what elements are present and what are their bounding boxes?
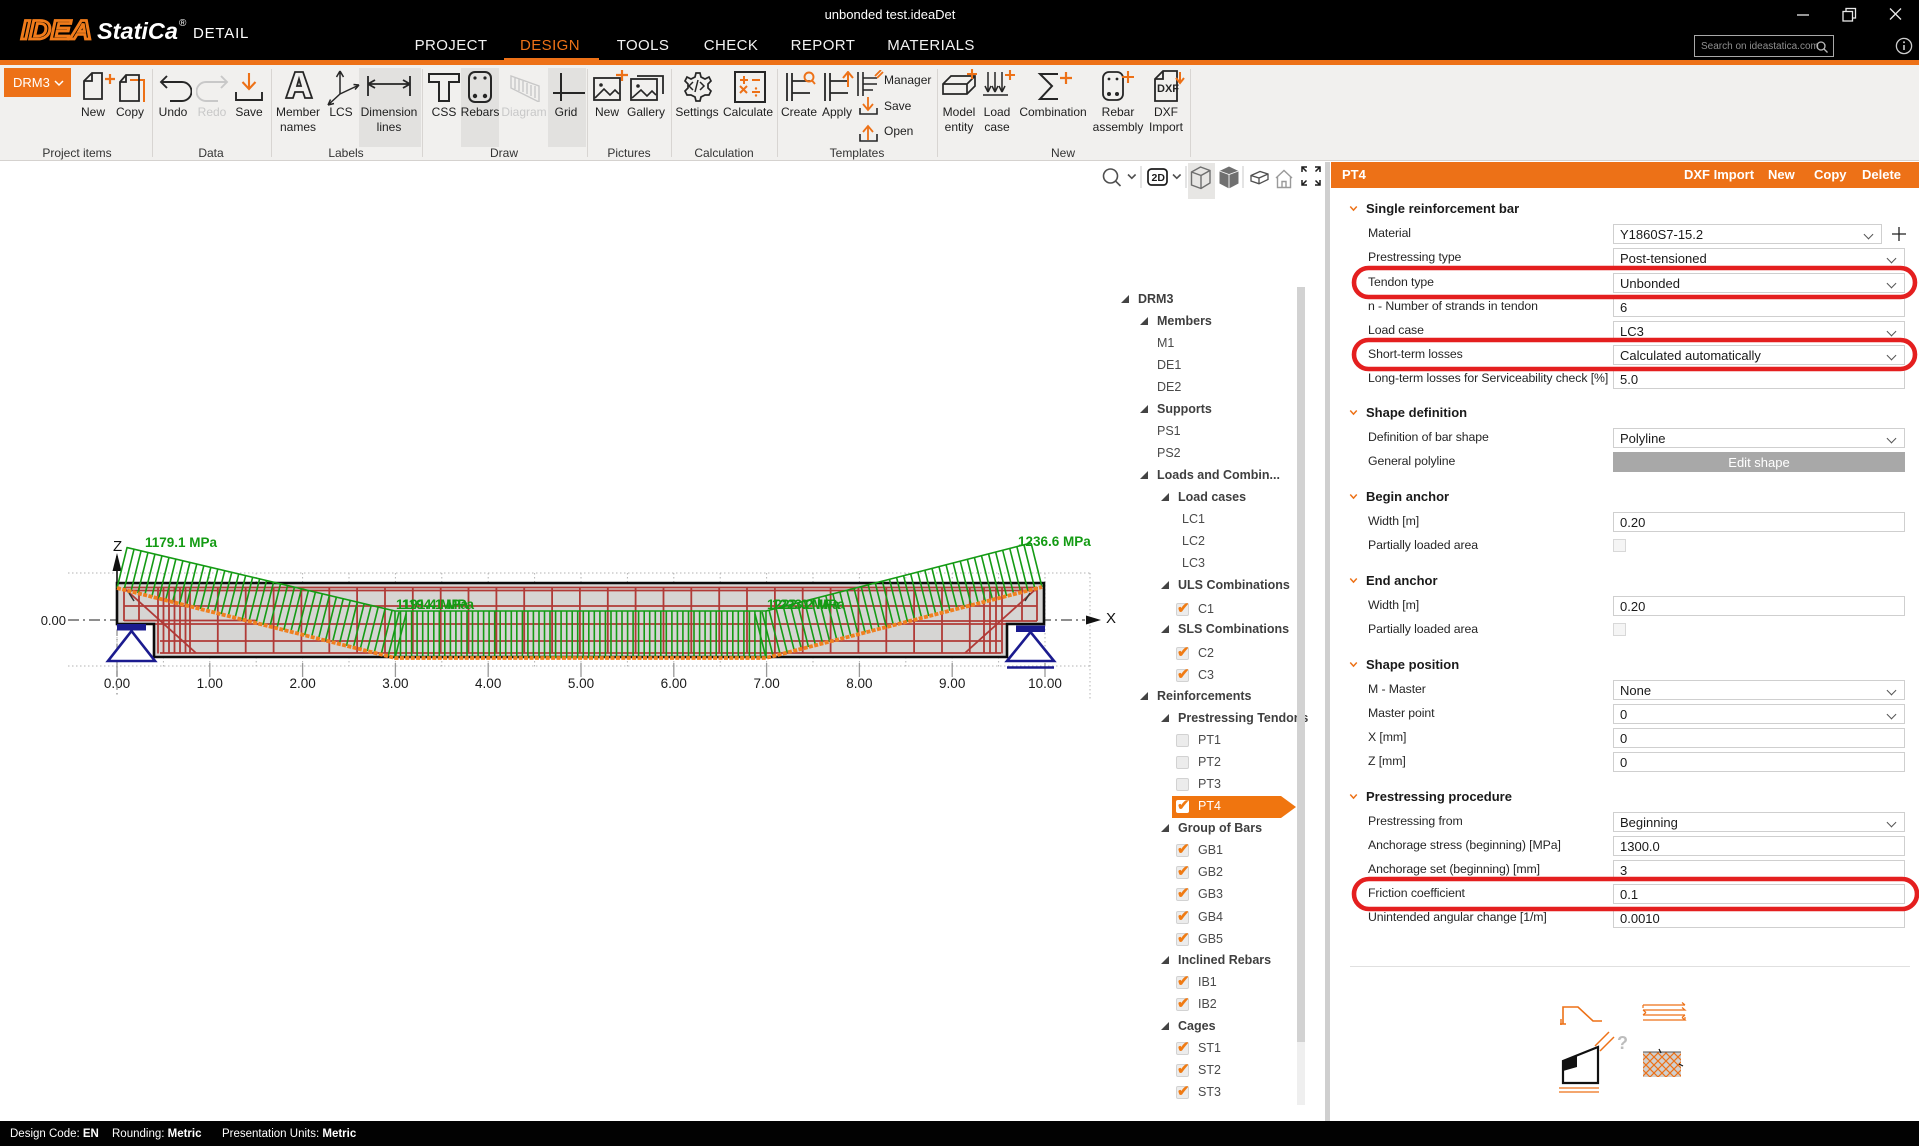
svg-text:4.00: 4.00 [475,676,501,691]
svg-text:®: ® [179,18,187,29]
svg-text:StatiCa: StatiCa [97,18,178,44]
svg-text:1236.6 MPa: 1236.6 MPa [1018,534,1091,549]
svg-text:6.00: 6.00 [661,676,687,691]
svg-text:0.00: 0.00 [41,613,66,628]
svg-text:10.00: 10.00 [1028,676,1062,691]
svg-text:2.00: 2.00 [289,676,315,691]
svg-text:DETAIL: DETAIL [193,25,249,42]
svg-text:1.00: 1.00 [197,676,223,691]
svg-text:2D: 2D [1152,172,1166,184]
svg-text:IDEA: IDEA [21,15,92,45]
svg-text:Z: Z [113,538,122,555]
svg-text:1223.2 MPa: 1223.2 MPa [772,597,845,612]
svg-text:1194.1 MPa: 1194.1 MPa [402,597,475,612]
svg-text:1179.1 MPa: 1179.1 MPa [145,535,218,550]
svg-text:7.00: 7.00 [753,676,779,691]
svg-text:5.00: 5.00 [568,676,594,691]
svg-text:3.00: 3.00 [382,676,408,691]
svg-text:8.00: 8.00 [846,676,872,691]
svg-text:9.00: 9.00 [939,676,965,691]
svg-text:X: X [1106,610,1116,627]
svg-text:DXF: DXF [1157,83,1179,95]
